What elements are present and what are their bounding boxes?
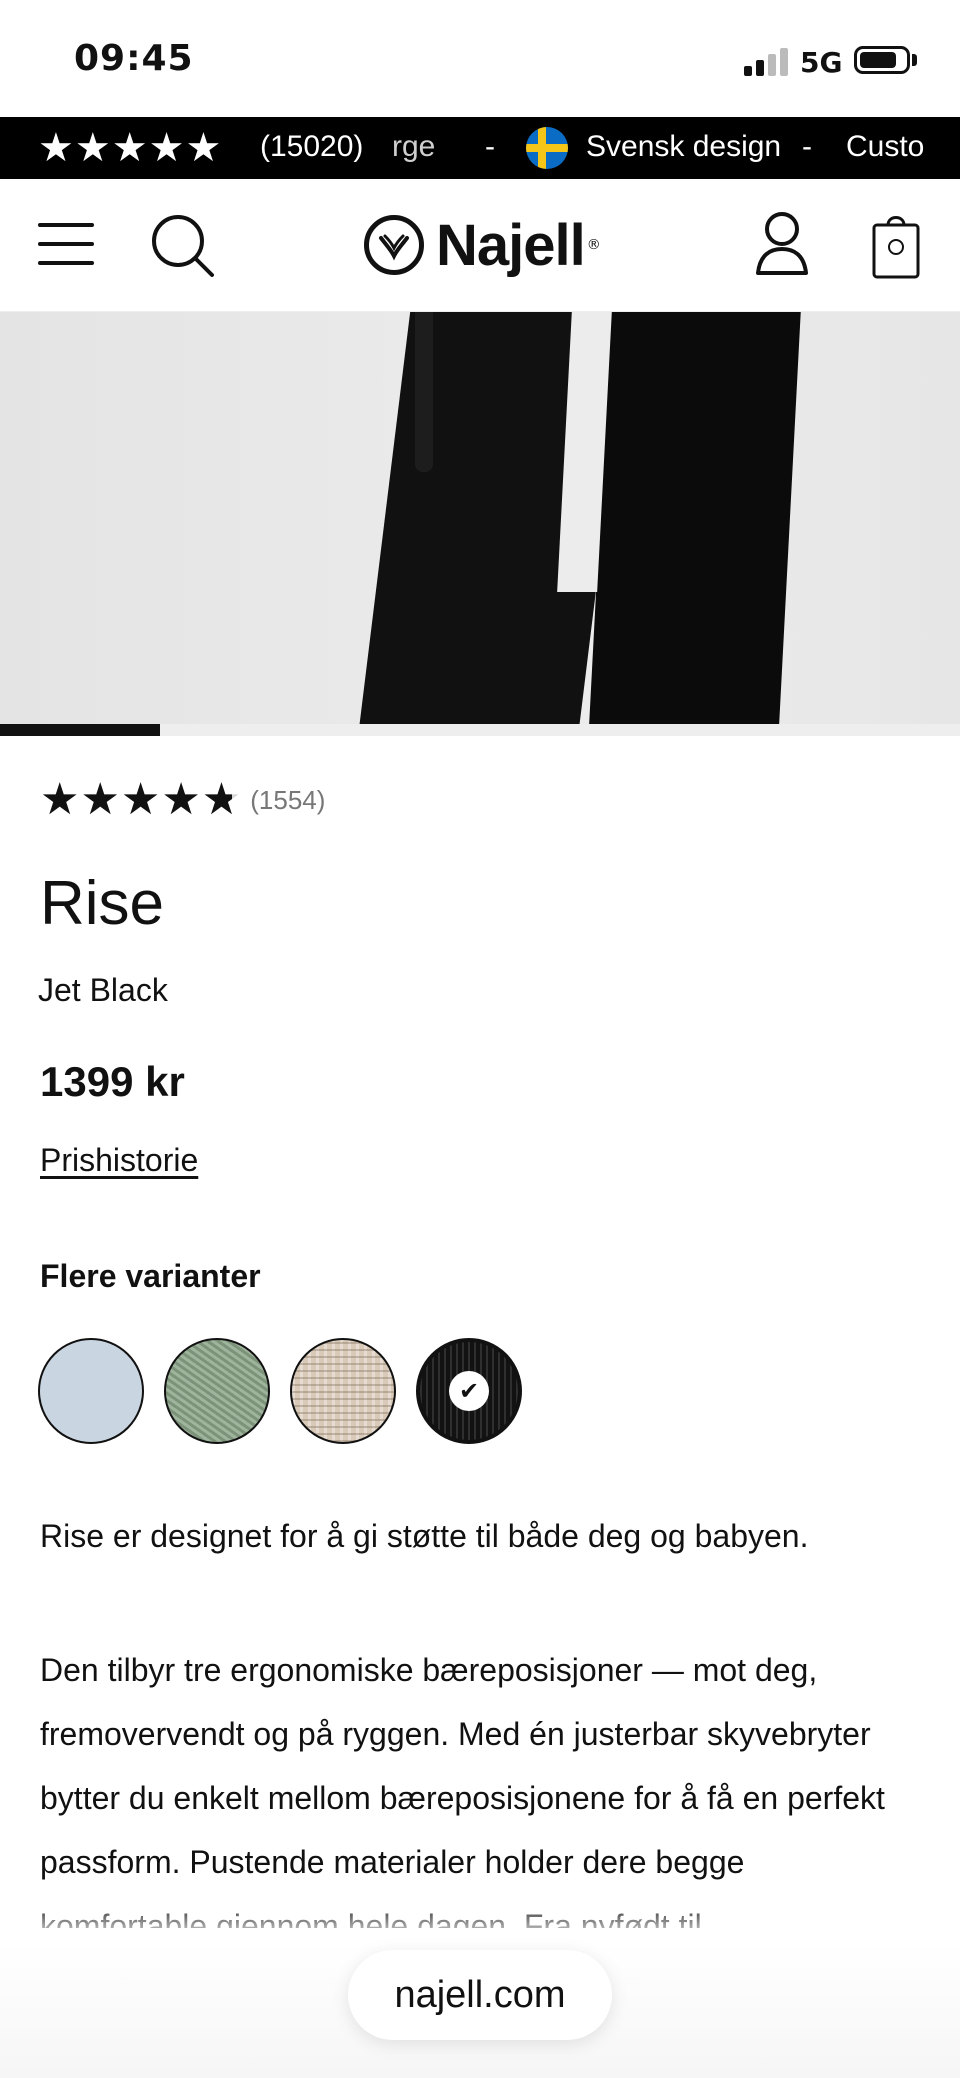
gallery-progress [0,724,960,736]
rating-stars-filled: ★★★★★ [40,778,233,822]
review-stars: ★★★★★ [38,125,223,171]
menu-icon[interactable] [36,219,96,269]
trouser-leg-right [588,312,802,724]
announcement-trailing: Custo [846,130,925,163]
gallery-progress-fill [0,724,161,736]
separator: - [802,130,812,163]
product-description-intro: Rise er designet for å gi støtte til båd… [40,1518,809,1554]
status-time: 09:45 [74,38,194,79]
swatch-jet-black[interactable]: ✔ [416,1338,522,1444]
status-bar: 09:45 5G [0,0,960,117]
trouser-hem [415,312,433,472]
search-icon[interactable] [150,213,216,279]
separator: - [485,130,495,163]
product-price: 1399 kr [40,1058,185,1105]
account-icon[interactable] [752,209,812,279]
rating-stars: ★★★★★ ★★★★★ [40,778,242,822]
swedish-flag-icon [526,127,568,169]
product-rating[interactable]: ★★★★★ ★★★★★ (1554) [40,775,325,825]
variants-heading: Flere varianter [40,1258,261,1294]
announcement-swedish-design: Svensk design [586,130,782,163]
site-header: Najell ® [0,179,960,312]
signal-icon [744,46,788,76]
announcement-bar[interactable]: ★★★★★ (15020) rge - Svensk design - Cust… [0,117,960,179]
check-icon: ✔ [449,1371,489,1411]
rating-count: (1554) [250,784,326,815]
product-title: Rise [40,869,165,938]
product-description-body: Den tilbyr tre ergonomiske bæreposisjone… [40,1652,885,1928]
product-image[interactable] [0,312,960,724]
site-logo[interactable]: Najell ® [364,205,601,285]
registered-mark: ® [586,237,601,253]
logo-text: Najell [436,212,586,278]
browser-url-bar[interactable]: najell.com [348,1950,612,2040]
product-variant-name: Jet Black [38,972,168,1008]
battery-tip [912,54,917,66]
announcement-partial: rge [392,130,436,163]
najell-logo-icon [364,215,424,275]
battery-icon [854,46,910,74]
variant-swatches: ✔ [38,1338,522,1444]
price-history-link[interactable]: Prishistorie [40,1142,198,1179]
swatch-sage-green[interactable] [164,1338,270,1444]
swatch-light-blue[interactable] [38,1338,144,1444]
swatch-beige[interactable] [290,1338,396,1444]
network-label: 5G [800,46,843,79]
review-count: (15020) [260,130,364,163]
shopping-bag-icon[interactable] [866,207,926,281]
